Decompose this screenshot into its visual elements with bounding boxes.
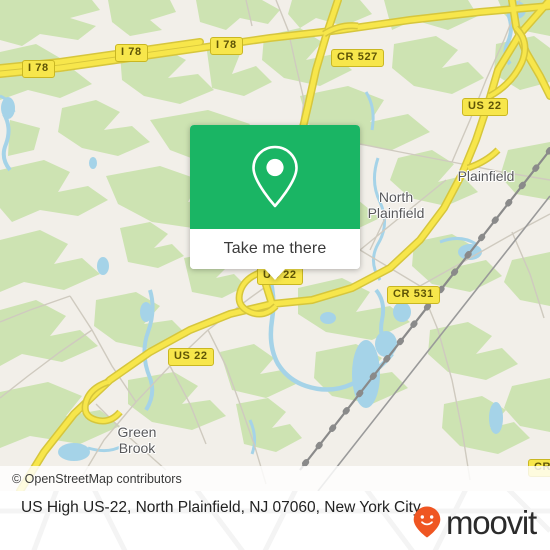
footer-bar: US High US-22, North Plainfield, NJ 0706… [0, 491, 550, 550]
map-pin-icon [252, 145, 298, 208]
popup-body: Take me there [190, 125, 360, 269]
moovit-wordmark: moovit [446, 503, 537, 541]
location-popup-card[interactable]: Take me there [190, 125, 360, 280]
shield-cr527[interactable]: CR 527 [331, 49, 384, 67]
popup-header [190, 125, 360, 229]
popup-tail-arrow [264, 268, 286, 280]
screenshot-root: I 78 I 78 I 78 CR 527 US 22 US 22 CR 531… [0, 0, 550, 550]
location-address-text: US High US-22, North Plainfield, NJ 0706… [21, 499, 421, 516]
osm-attribution-text[interactable]: © OpenStreetMap contributors [12, 472, 182, 486]
shield-cr531[interactable]: CR 531 [387, 286, 440, 304]
shield-us22-north[interactable]: US 22 [462, 98, 508, 116]
shield-i78-west[interactable]: I 78 [22, 60, 55, 78]
moovit-pin-icon [413, 506, 441, 538]
popup-footer[interactable]: Take me there [190, 229, 360, 269]
shield-i78-mid[interactable]: I 78 [115, 44, 148, 62]
map-canvas[interactable]: I 78 I 78 I 78 CR 527 US 22 US 22 CR 531… [0, 0, 550, 491]
shield-us22-south[interactable]: US 22 [168, 348, 214, 366]
take-me-there-label: Take me there [223, 240, 327, 257]
moovit-brand[interactable]: moovit [412, 503, 537, 541]
shield-i78-east[interactable]: I 78 [210, 37, 243, 55]
map-attribution-bar: © OpenStreetMap contributors [0, 466, 550, 491]
